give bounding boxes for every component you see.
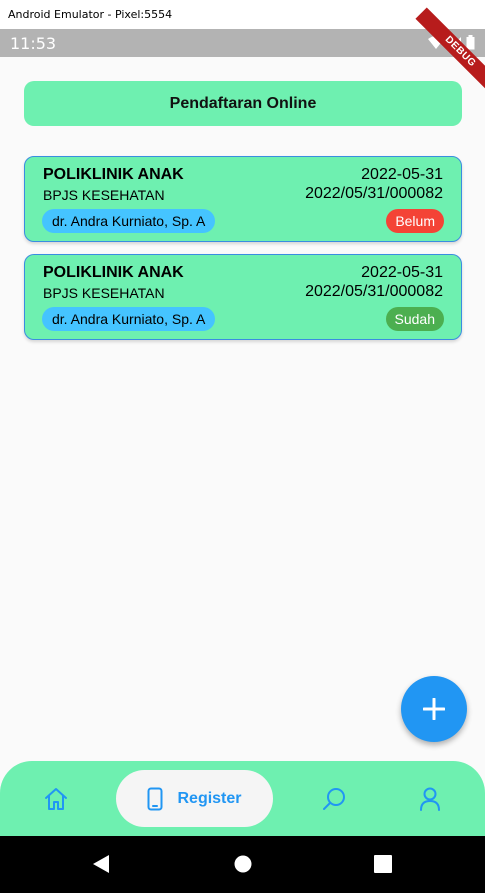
window-title-bar: Android Emulator - Pixel:5554 — [0, 0, 485, 29]
add-registration-button[interactable] — [401, 676, 467, 742]
nav-register-label: Register — [177, 789, 242, 807]
registration-number: 2022/05/31/000082 — [305, 283, 443, 300]
status-badge: Sudah — [385, 307, 444, 331]
system-navigation-bar — [0, 836, 485, 893]
payer-type: BPJS KESEHATAN — [43, 285, 165, 301]
bottom-navigation: Register — [0, 761, 485, 836]
nav-search[interactable] — [314, 761, 354, 836]
plus-icon — [423, 698, 445, 720]
online-registration-button[interactable]: Pendaftaran Online — [24, 81, 462, 126]
nav-profile[interactable] — [410, 761, 450, 836]
home-button-icon[interactable] — [234, 855, 252, 873]
clinic-name: POLIKLINIK ANAK — [43, 264, 184, 281]
status-badge: Belum — [386, 209, 444, 233]
recents-icon[interactable] — [374, 855, 392, 873]
payer-type: BPJS KESEHATAN — [43, 187, 165, 203]
nav-home[interactable] — [36, 761, 76, 836]
registration-card[interactable]: POLIKLINIK ANAK 2022-05-31 BPJS KESEHATA… — [24, 254, 462, 340]
status-time: 11:53 — [10, 34, 57, 53]
back-icon[interactable] — [92, 854, 110, 874]
doctor-chip: dr. Andra Kurniato, Sp. A — [42, 209, 216, 233]
registration-number: 2022/05/31/000082 — [305, 185, 443, 202]
registration-date: 2022-05-31 — [361, 264, 443, 281]
nav-register[interactable]: Register — [116, 770, 273, 827]
registration-card[interactable]: POLIKLINIK ANAK 2022-05-31 BPJS KESEHATA… — [24, 156, 462, 242]
home-icon — [45, 787, 67, 810]
person-icon — [420, 787, 440, 811]
phone-icon — [147, 787, 163, 810]
registration-date: 2022-05-31 — [361, 166, 443, 183]
window-title: Android Emulator - Pixel:5554 — [8, 8, 173, 21]
clinic-name: POLIKLINIK ANAK — [43, 166, 184, 183]
status-bar: 11:53 — [0, 29, 485, 57]
search-icon — [323, 787, 345, 810]
doctor-chip: dr. Andra Kurniato, Sp. A — [42, 307, 216, 331]
